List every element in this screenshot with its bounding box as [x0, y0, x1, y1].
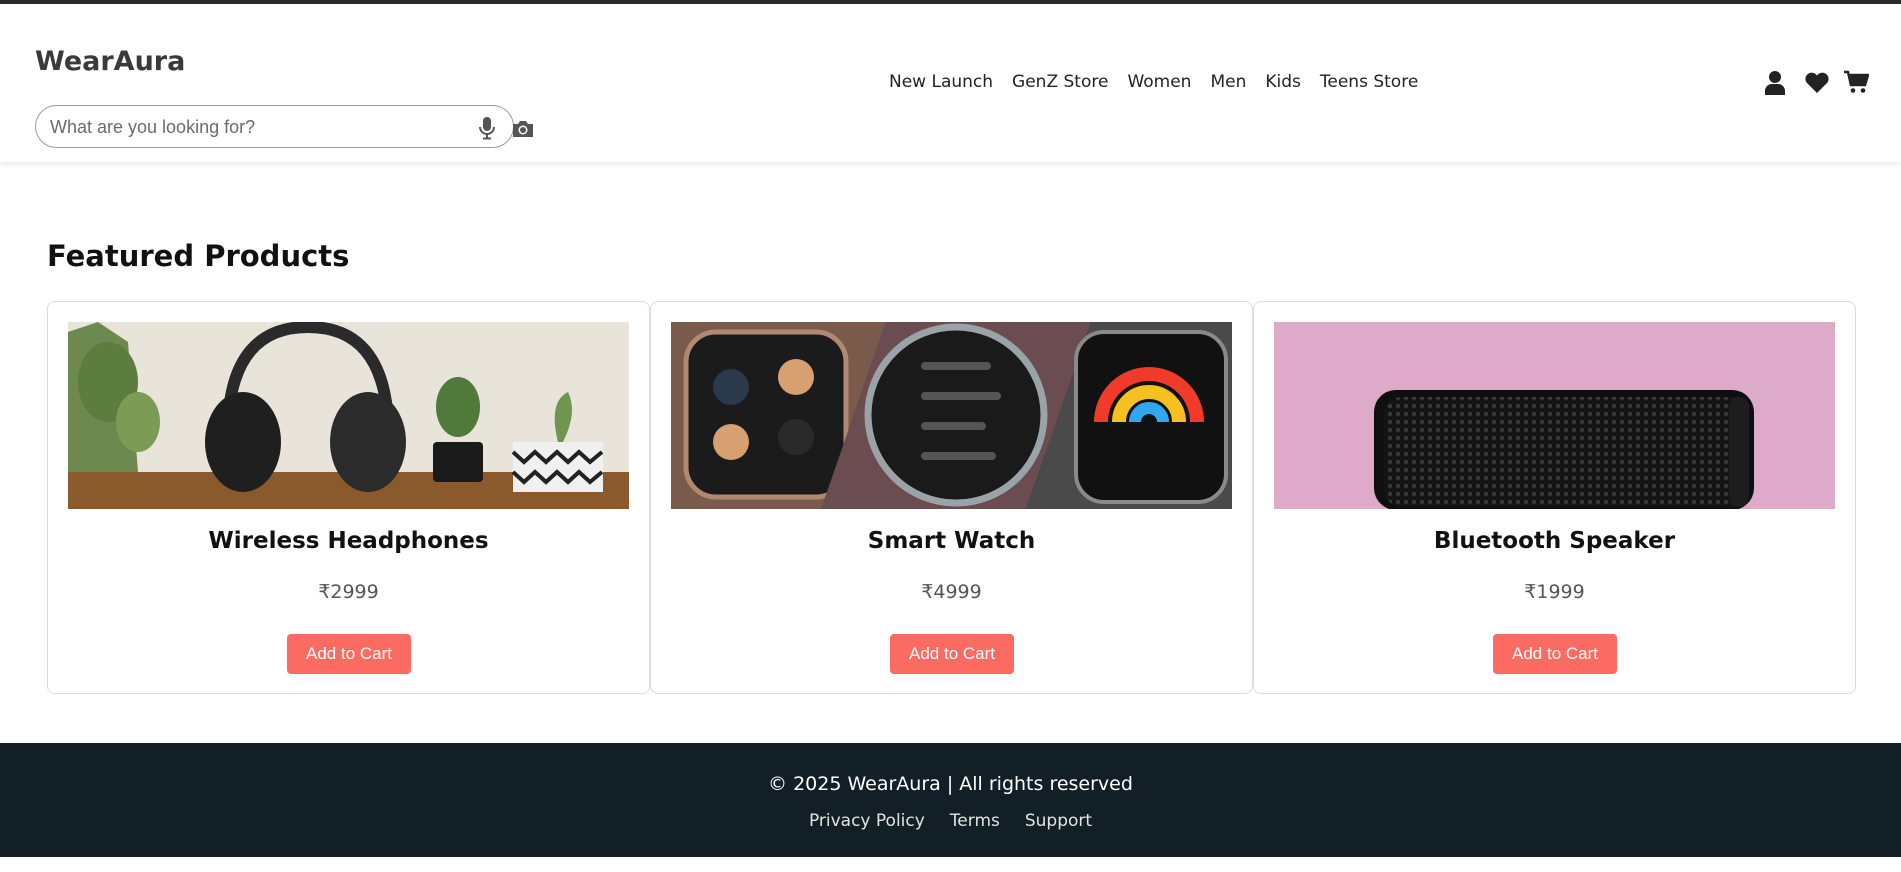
product-price: ₹4999 — [921, 581, 982, 603]
nav-new-launch[interactable]: New Launch — [889, 72, 993, 92]
nav-teens-store[interactable]: Teens Store — [1320, 72, 1418, 92]
add-to-cart-button[interactable]: Add to Cart — [1493, 634, 1617, 674]
smartwatch-image[interactable] — [671, 322, 1232, 509]
footer-links: Privacy Policy Terms Support — [0, 811, 1901, 831]
nav-kids[interactable]: Kids — [1265, 72, 1301, 92]
product-card: Wireless Headphones ₹2999 Add to Cart — [47, 301, 650, 694]
product-name[interactable]: Wireless Headphones — [48, 528, 649, 554]
speaker-image[interactable] — [1274, 322, 1835, 509]
product-name[interactable]: Smart Watch — [651, 528, 1252, 554]
section-title: Featured Products — [47, 239, 350, 273]
product-name[interactable]: Bluetooth Speaker — [1254, 528, 1855, 554]
product-card: Smart Watch ₹4999 Add to Cart — [650, 301, 1253, 694]
nav-men[interactable]: Men — [1210, 72, 1246, 92]
nav-genz-store[interactable]: GenZ Store — [1012, 72, 1108, 92]
brand-logo[interactable]: WearAura — [35, 46, 185, 77]
product-card: Bluetooth Speaker ₹1999 Add to Cart — [1253, 301, 1856, 694]
footer-link-support[interactable]: Support — [1025, 811, 1092, 831]
footer-link-privacy[interactable]: Privacy Policy — [809, 811, 925, 831]
search-input[interactable] — [50, 115, 430, 139]
site-footer: © 2025 WearAura | All rights reserved Pr… — [0, 743, 1901, 857]
add-to-cart-button[interactable]: Add to Cart — [890, 634, 1014, 674]
product-price: ₹2999 — [318, 581, 379, 603]
site-header: WearAura New Launch GenZ Store Women Men… — [0, 4, 1901, 162]
cart-icon[interactable] — [1843, 70, 1869, 94]
copyright-text: © 2025 WearAura | All rights reserved — [768, 773, 1133, 795]
add-to-cart-button[interactable]: Add to Cart — [287, 634, 411, 674]
camera-icon[interactable] — [511, 119, 535, 139]
footer-link-terms[interactable]: Terms — [950, 811, 1000, 831]
main-nav: New Launch GenZ Store Women Men Kids Tee… — [889, 72, 1418, 92]
product-price: ₹1999 — [1524, 581, 1585, 603]
search-bar — [35, 105, 533, 148]
user-icon[interactable] — [1764, 70, 1786, 96]
headphones-image[interactable] — [68, 322, 629, 509]
nav-women[interactable]: Women — [1127, 72, 1191, 92]
mic-icon[interactable] — [477, 116, 497, 140]
heart-icon[interactable] — [1804, 72, 1830, 94]
